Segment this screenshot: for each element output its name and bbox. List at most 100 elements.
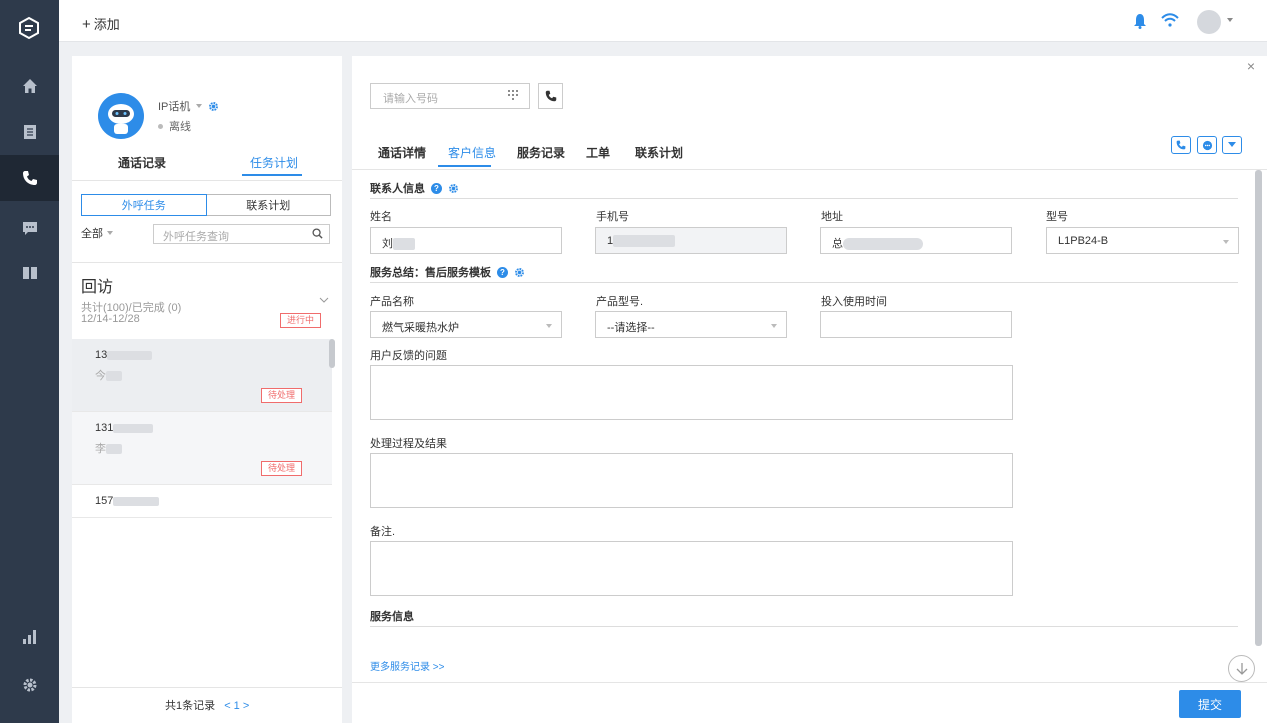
- filter-label: 全部: [81, 228, 103, 240]
- wifi-icon[interactable]: [1161, 13, 1179, 27]
- chat-bubble-icon: [1202, 140, 1212, 150]
- close-icon[interactable]: ×: [1247, 58, 1255, 74]
- submit-button[interactable]: 提交: [1179, 690, 1241, 718]
- list-item-number: 157: [95, 495, 160, 507]
- dropdown-caret-icon: [107, 231, 113, 235]
- status-filter[interactable]: 全部: [81, 225, 113, 241]
- bar-chart-icon: [22, 630, 36, 644]
- left-tabs: 通话记录 任务计划: [72, 154, 342, 176]
- status-dot-icon: [158, 123, 163, 129]
- user-avatar[interactable]: [1197, 10, 1221, 34]
- tab-work-order[interactable]: 工单: [586, 144, 610, 161]
- task-panel: IP话机 离线 通话记录 任务计划 外呼任务 联系计划 全部 外呼任务查询 回访…: [72, 56, 342, 723]
- dropdown-caret-icon: [196, 104, 203, 108]
- call-action-button[interactable]: [1171, 136, 1191, 154]
- call-button[interactable]: [538, 83, 563, 109]
- tab-contact-plan[interactable]: 联系计划: [635, 144, 683, 161]
- gear-icon: [23, 678, 36, 692]
- help-icon[interactable]: ?: [497, 266, 508, 278]
- pagination-total: 共1条记录: [165, 700, 216, 712]
- phone-icon: [1176, 140, 1186, 150]
- model-label: 型号: [1046, 211, 1068, 223]
- process-textarea[interactable]: [370, 453, 1013, 508]
- customer-panel: × 请输入号码 通话详情 客户信息 服务记录 工单 联系计划 联系人信息 ? 姓…: [352, 56, 1267, 723]
- gear-icon[interactable]: [208, 101, 219, 112]
- search-icon[interactable]: [312, 228, 323, 239]
- note-label: 备注.: [370, 526, 396, 538]
- gear-icon[interactable]: [514, 267, 525, 278]
- more-actions-button[interactable]: [1222, 136, 1242, 154]
- status-text: 离线: [169, 121, 191, 133]
- user-menu-caret-icon[interactable]: [1227, 18, 1233, 22]
- task-list: 13 今 待处理 131 李 待处理 157: [72, 339, 332, 518]
- list-item[interactable]: 13 今 待处理: [72, 339, 332, 412]
- message-action-button[interactable]: [1197, 136, 1217, 154]
- product-model-select[interactable]: --请选择--: [595, 311, 787, 338]
- tab-task-plan[interactable]: 任务计划: [250, 154, 298, 171]
- contact-section-header: 联系人信息 ?: [370, 180, 1238, 199]
- document-icon: [23, 125, 36, 139]
- list-item-name: 李: [95, 440, 122, 456]
- name-label: 姓名: [370, 211, 392, 223]
- app-logo-icon[interactable]: [17, 16, 41, 40]
- phone-number-placeholder: 请输入号码: [383, 93, 438, 105]
- nav-home[interactable]: [0, 63, 59, 109]
- nav-reports[interactable]: [0, 614, 59, 660]
- chevron-down-icon[interactable]: [319, 296, 329, 304]
- phone-icon: [545, 90, 556, 102]
- list-item[interactable]: 131 李 待处理: [72, 412, 332, 485]
- help-icon[interactable]: ?: [431, 182, 442, 194]
- form-scrollbar[interactable]: [1255, 170, 1262, 646]
- note-textarea[interactable]: [370, 541, 1013, 596]
- status-badge: 待处理: [261, 461, 303, 476]
- list-item-name: 今: [95, 367, 122, 383]
- feedback-textarea[interactable]: [370, 365, 1013, 420]
- nav-messages[interactable]: [0, 205, 59, 251]
- tab-customer-info[interactable]: 客户信息: [448, 144, 496, 161]
- phone-icon: [22, 171, 37, 185]
- bell-icon[interactable]: [1133, 13, 1147, 29]
- list-item-number: 13: [95, 349, 153, 361]
- pagination-pages[interactable]: < 1 >: [224, 700, 249, 712]
- gear-icon[interactable]: [448, 183, 459, 194]
- tab-call-details[interactable]: 通话详情: [378, 144, 426, 161]
- task-search-input[interactable]: 外呼任务查询: [153, 224, 330, 244]
- nav-phone[interactable]: [0, 155, 59, 201]
- product-model-label: 产品型号.: [596, 296, 644, 308]
- model-select[interactable]: L1PB24-B: [1046, 227, 1239, 254]
- book-icon: [22, 267, 37, 279]
- scroll-down-button[interactable]: [1228, 655, 1255, 682]
- nav-settings[interactable]: [0, 662, 59, 708]
- nav-knowledge[interactable]: [0, 250, 59, 296]
- customer-form: 联系人信息 ? 姓名 刘 手机号 1 地址 总 型号 L1PB24-B 服务总结…: [352, 170, 1257, 682]
- use-time-field[interactable]: [820, 311, 1012, 338]
- address-field[interactable]: 总: [820, 227, 1012, 254]
- add-label: 添加: [93, 17, 120, 32]
- dialpad-icon[interactable]: [507, 89, 519, 101]
- customer-tabs: 通话详情 客户信息 服务记录 工单 联系计划: [352, 144, 1267, 168]
- name-field[interactable]: 刘: [370, 227, 562, 254]
- ip-phone-selector[interactable]: IP话机: [158, 98, 219, 114]
- add-button[interactable]: + 添加: [82, 14, 120, 33]
- status-badge: 进行中: [280, 313, 322, 328]
- task-list-scrollbar[interactable]: [329, 339, 335, 368]
- segment-outbound-task[interactable]: 外呼任务: [81, 194, 207, 216]
- tab-call-records[interactable]: 通话记录: [118, 154, 166, 171]
- left-nav: [0, 0, 59, 723]
- task-type-switch: 外呼任务 联系计划: [81, 194, 331, 216]
- task-group-date: 12/14-12/28: [81, 313, 140, 325]
- list-item[interactable]: 157: [72, 485, 332, 518]
- nav-documents[interactable]: [0, 109, 59, 155]
- divider: [72, 687, 342, 688]
- phone-number-input[interactable]: 请输入号码: [370, 83, 530, 109]
- plus-icon: +: [82, 16, 91, 33]
- segment-contact-plan[interactable]: 联系计划: [206, 194, 331, 216]
- mobile-field: 1: [595, 227, 787, 254]
- more-service-records-link[interactable]: 更多服务记录 >>: [370, 658, 444, 673]
- product-name-select[interactable]: 燃气采暖热水炉: [370, 311, 562, 338]
- ip-phone-label: IP话机: [158, 101, 191, 113]
- product-name-label: 产品名称: [370, 296, 414, 308]
- tab-service-records[interactable]: 服务记录: [517, 144, 565, 161]
- list-item-number: 131: [95, 422, 154, 434]
- arrow-down-icon: [1236, 662, 1247, 675]
